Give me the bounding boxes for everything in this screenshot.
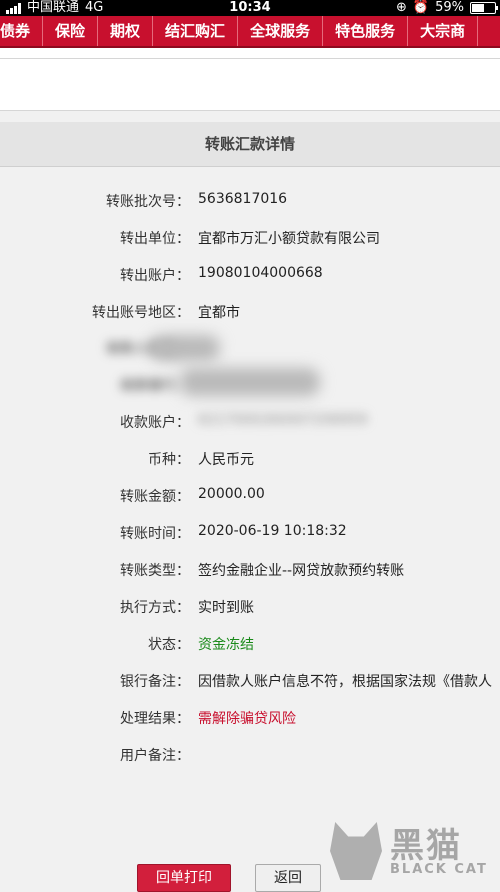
detail-value: 实时到账 — [198, 600, 254, 616]
top-nav: 债券 保险 期权 结汇购汇 全球服务 特色服务 大宗商 — [0, 16, 500, 48]
redaction-smudge — [180, 368, 320, 396]
detail-label: 银行备注： — [120, 674, 190, 690]
detail-label: 用户备注： — [120, 748, 190, 764]
panel-title: 转账汇款详情 — [0, 122, 500, 167]
status-right: ⊕ ⏰ 59% — [396, 0, 498, 16]
detail-row: 转账时间： 2020-06-19 10:18:32 — [0, 523, 500, 547]
detail-label: 转出账号地区： — [92, 305, 190, 321]
detail-value: 需解除骗贷风险 — [198, 711, 296, 727]
detail-row: 银行备注： 因借款人账户信息不符，根据国家法规《借款人 — [0, 671, 500, 695]
detail-value: 因借款人账户信息不符，根据国家法规《借款人 — [198, 674, 492, 690]
watermark-en: BLACK CAT — [390, 862, 488, 877]
detail-row: 转出账户： 19080104000668 — [0, 265, 500, 289]
battery-fill — [472, 4, 484, 12]
detail-value: 5636817016 — [198, 191, 288, 207]
detail-label: 转出单位： — [120, 231, 190, 247]
divider — [0, 58, 500, 59]
status-bar: 中国联通 4G 10:34 ⊕ ⏰ 59% — [0, 0, 500, 16]
detail-value: 19080104000668 — [198, 265, 323, 281]
detail-value: 20000.00 — [198, 486, 265, 502]
detail-row: 转账金额： 20000.00 — [0, 486, 500, 510]
detail-label: 收款账户： — [120, 415, 190, 431]
detail-row: 收款人姓名： — [0, 338, 500, 362]
nav-item[interactable]: 债券 — [0, 16, 44, 46]
detail-value: 宜都市万汇小额贷款有限公司 — [198, 231, 380, 247]
detail-row: 转账批次号： 5636817016 — [0, 191, 500, 215]
detail-value: 2020-06-19 10:18:32 — [198, 523, 347, 539]
detail-row: 状态： 资金冻结 — [0, 634, 500, 658]
battery-icon — [470, 2, 498, 14]
nav-item[interactable]: 结汇购汇 — [153, 16, 239, 46]
detail-label: 状态： — [148, 637, 190, 653]
detail-row: 用户备注： — [0, 745, 500, 769]
detail-value: 宜都市 — [198, 305, 240, 321]
cat-logo-icon — [330, 822, 382, 880]
nav-item[interactable]: 期权 — [98, 16, 154, 46]
detail-label: 转账时间： — [120, 526, 190, 542]
detail-label: 转账类型： — [120, 563, 190, 579]
detail-value: 资金冻结 — [198, 637, 254, 653]
detail-label: 执行方式： — [120, 600, 190, 616]
detail-row: 收款账户： 6217000260007206959 — [0, 412, 500, 436]
detail-row: 处理结果： 需解除骗贷风险 — [0, 708, 500, 732]
detail-label: 币种： — [148, 452, 190, 468]
detail-value: 6217000260007206959 — [198, 412, 368, 428]
alarm-icon: ⏰ — [412, 0, 430, 15]
nav-item[interactable]: 大宗商 — [408, 16, 479, 46]
detail-row: 币种： 人民币元 — [0, 449, 500, 473]
nav-item[interactable]: 保险 — [43, 16, 99, 46]
detail-row: 转出账号地区： 宜都市 — [0, 302, 500, 326]
redaction-smudge — [150, 335, 220, 361]
detail-row: 执行方式： 实时到账 — [0, 597, 500, 621]
detail-label: 处理结果： — [120, 711, 190, 727]
detail-value: 签约金融企业--网贷放款预约转账 — [198, 563, 405, 579]
nav-item[interactable]: 全球服务 — [238, 16, 324, 46]
divider — [0, 110, 500, 111]
detail-row: 转账类型： 签约金融企业--网贷放款预约转账 — [0, 560, 500, 584]
detail-value: 人民币元 — [198, 452, 254, 468]
detail-label: 转出账户： — [120, 268, 190, 284]
nav-item[interactable]: 特色服务 — [323, 16, 409, 46]
battery-percent: 59% — [435, 0, 464, 15]
detail-label: 转账批次号： — [106, 194, 190, 210]
watermark-logo: 黑猫 BLACK CAT — [330, 818, 490, 884]
lock-rotation-icon: ⊕ — [396, 0, 407, 15]
detail-row: 转出单位： 宜都市万汇小额贷款有限公司 — [0, 228, 500, 252]
detail-label: 转账金额： — [120, 489, 190, 505]
watermark-cn: 黑猫 — [390, 826, 462, 866]
